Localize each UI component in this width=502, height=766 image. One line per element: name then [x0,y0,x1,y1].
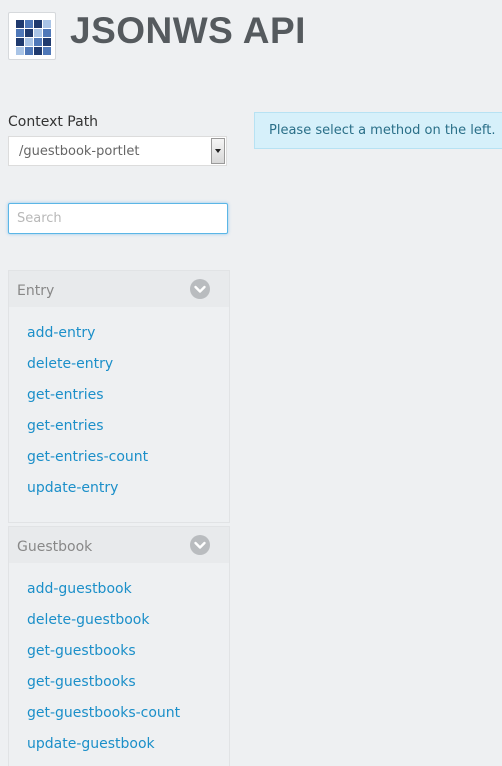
logo-tile [43,20,51,28]
method-link-update-entry[interactable]: update-entry [9,470,118,496]
method-link-update-guestbook[interactable]: update-guestbook [9,726,155,752]
method-link-get-entries-count[interactable]: get-entries-count [9,439,148,465]
method-link-delete-entry[interactable]: delete-entry [9,346,113,372]
list-item: delete-entry [9,346,229,377]
method-link-add-guestbook[interactable]: add-guestbook [9,571,132,597]
logo-tile [16,20,24,28]
list-item: get-entries-count [9,439,229,470]
logo-tile [34,38,42,46]
list-item: delete-guestbook [9,602,229,633]
method-link-get-entries-2[interactable]: get-entries [9,408,104,434]
list-item: update-guestbook [9,726,229,757]
method-link-delete-guestbook[interactable]: delete-guestbook [9,602,149,628]
chevron-down-circle-icon[interactable] [190,535,210,555]
logo-tile [25,29,33,37]
panel-title: Entry [17,283,55,299]
context-path-value: /guestbook-portlet [19,143,140,159]
page-title: JSONWS API [70,10,306,51]
list-item: update-entry [9,470,229,501]
page: JSONWS API Context Path /guestbook-portl… [0,0,502,766]
panel-header-entry[interactable]: Entry [9,271,229,307]
method-link-add-entry[interactable]: add-entry [9,315,95,341]
method-list: add-entry delete-entry get-entries get-e… [9,307,229,501]
list-item: add-entry [9,315,229,346]
logo-tile [43,47,51,55]
panel-header-guestbook[interactable]: Guestbook [9,527,229,563]
logo-tile [34,20,42,28]
panel-guestbook: Guestbook add-guestbook delete-guestbook… [8,526,230,766]
logo-tile [34,47,42,55]
list-item: get-entries [9,377,229,408]
logo-tile [25,20,33,28]
method-list: add-guestbook delete-guestbook get-guest… [9,563,229,757]
context-path-select[interactable]: /guestbook-portlet [8,136,227,166]
chevron-down-circle-icon[interactable] [190,279,210,299]
logo-tile [25,47,33,55]
panel-entry: Entry add-entry delete-entry get-entries… [8,270,230,523]
logo-tile [34,29,42,37]
method-link-get-guestbooks-count[interactable]: get-guestbooks-count [9,695,180,721]
panel-title: Guestbook [17,539,93,555]
logo-tile [43,29,51,37]
list-item: get-guestbooks-count [9,695,229,726]
liferay-logo-icon [8,12,56,60]
method-link-get-entries[interactable]: get-entries [9,377,104,403]
list-item: get-entries [9,408,229,439]
context-path-label: Context Path [8,114,99,130]
caret-down-icon[interactable] [211,138,225,164]
alert-message: Please select a method on the left. [269,123,496,138]
list-item: get-guestbooks [9,664,229,695]
method-link-get-guestbooks-2[interactable]: get-guestbooks [9,664,136,690]
logo-tile [16,38,24,46]
info-alert: Please select a method on the left. [254,112,502,149]
method-link-get-guestbooks[interactable]: get-guestbooks [9,633,136,659]
list-item: add-guestbook [9,571,229,602]
search-input[interactable] [8,203,228,234]
logo-tile [25,38,33,46]
logo-tile [43,38,51,46]
logo-tile [16,29,24,37]
list-item: get-guestbooks [9,633,229,664]
logo-tile [16,47,24,55]
